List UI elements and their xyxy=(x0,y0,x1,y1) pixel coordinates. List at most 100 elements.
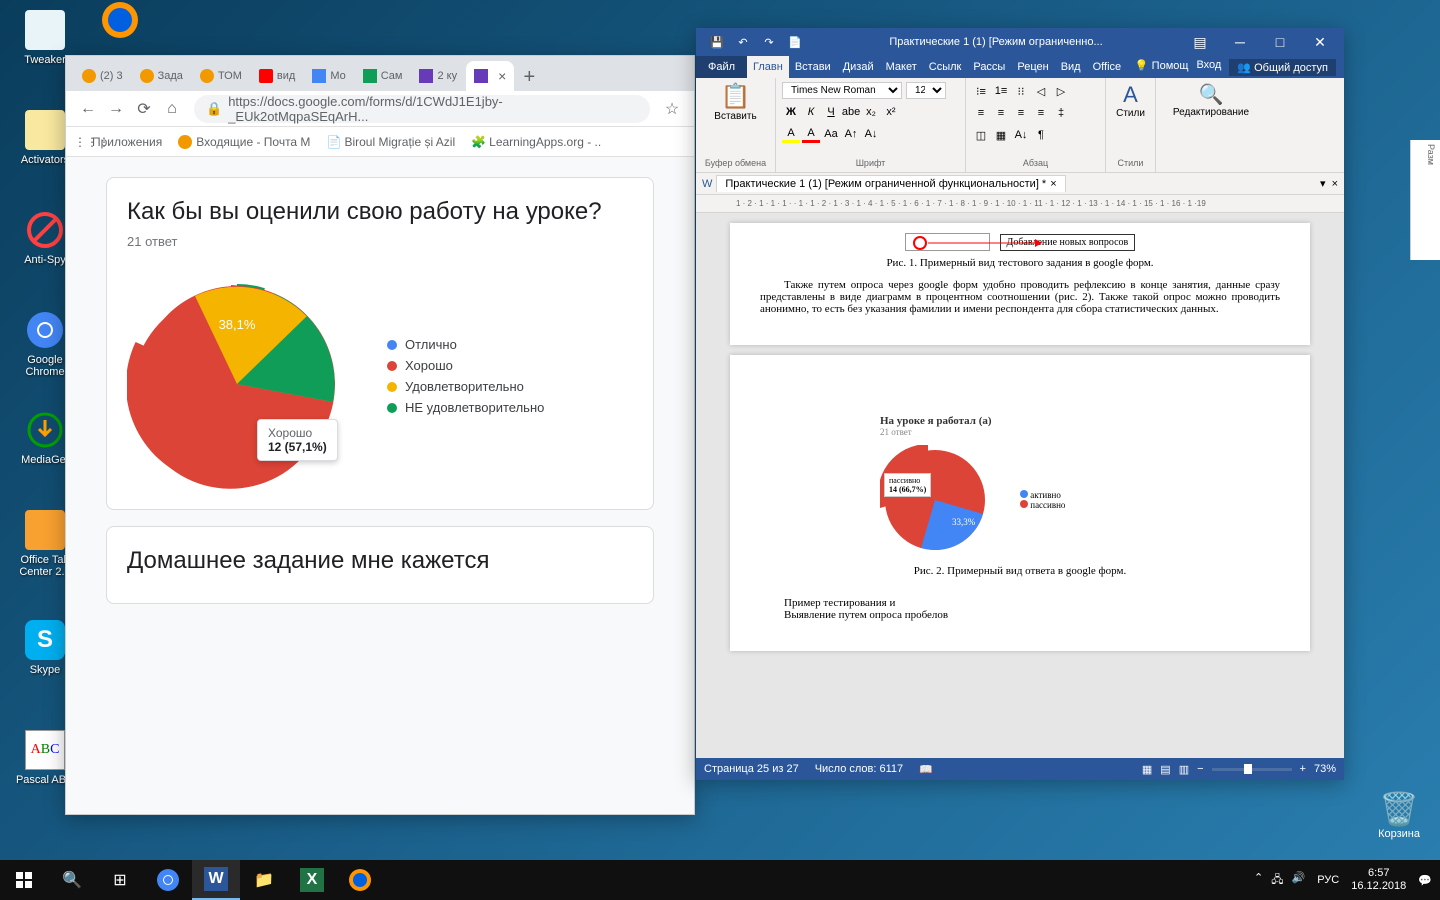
close-button[interactable]: ✕ xyxy=(1300,28,1340,56)
indent-right-button[interactable]: ▷ xyxy=(1052,82,1070,100)
home-button[interactable]: ⌂ xyxy=(158,95,186,123)
line-spacing-button[interactable]: ‡ xyxy=(1052,104,1070,122)
subscript-button[interactable]: x₂ xyxy=(862,103,880,121)
view-read-icon[interactable]: ▤ xyxy=(1160,763,1170,776)
chrome-tab[interactable]: вид xyxy=(251,61,303,91)
apps-button[interactable]: ⋮⋮⋮Приложения xyxy=(74,135,162,149)
tab-close-icon[interactable]: × xyxy=(1332,178,1338,190)
borders-button[interactable]: ▦ xyxy=(992,126,1010,144)
share-button[interactable]: 👥 Общий доступ xyxy=(1229,59,1336,76)
zoom-out-button[interactable]: − xyxy=(1197,763,1203,775)
underline-button[interactable]: Ч xyxy=(822,103,840,121)
sort-button[interactable]: A↓ xyxy=(1012,126,1030,144)
chrome-tab[interactable]: (2) 3 xyxy=(74,61,131,91)
forward-button[interactable]: → xyxy=(102,95,130,123)
new-tab-button[interactable]: + xyxy=(515,63,543,91)
indent-left-button[interactable]: ◁ xyxy=(1032,82,1050,100)
find-icon[interactable]: 🔍 xyxy=(1162,82,1260,107)
view-print-icon[interactable]: ▦ xyxy=(1142,763,1152,776)
tab-review[interactable]: Рецен xyxy=(1011,56,1054,78)
tab-design[interactable]: Дизай xyxy=(837,56,880,78)
login-button[interactable]: Вход xyxy=(1196,59,1221,76)
chrome-tab[interactable]: Зада xyxy=(132,61,191,91)
document-area[interactable]: 1 · 2 · 1 · 1 · 1 · · 1 · 1 · 2 · 1 · 3 … xyxy=(696,195,1344,758)
star-button[interactable]: ☆ xyxy=(658,95,686,123)
taskbar-firefox[interactable] xyxy=(336,860,384,900)
justify-button[interactable]: ≡ xyxy=(1032,104,1050,122)
strike-button[interactable]: abe xyxy=(842,103,860,121)
taskbar-excel[interactable]: X xyxy=(288,860,336,900)
bookmark-item[interactable]: 🧩LearningApps.org - .. xyxy=(471,135,601,149)
tab-insert[interactable]: Встави xyxy=(789,56,837,78)
search-button[interactable]: 🔍 xyxy=(48,860,96,900)
recycle-bin[interactable]: 🗑️ Корзина xyxy=(1378,790,1420,840)
desktop-icon-firefox[interactable] xyxy=(85,0,155,44)
align-left-button[interactable]: ≡ xyxy=(972,104,990,122)
taskbar-chrome[interactable] xyxy=(144,860,192,900)
grow-font-button[interactable]: A↑ xyxy=(842,125,860,143)
address-bar[interactable]: 🔒 https://docs.google.com/forms/d/1CWdJ1… xyxy=(194,95,650,123)
tab-home[interactable]: Главн xyxy=(747,56,789,78)
bookmark-item[interactable]: 📄Biroul Migrație și Azil xyxy=(326,135,455,149)
notifications-icon[interactable]: 💬 xyxy=(1418,874,1432,887)
tab-dropdown-icon[interactable]: ▾ xyxy=(1320,177,1326,190)
show-marks-button[interactable]: ¶ xyxy=(1032,126,1050,144)
tab-office[interactable]: Office xyxy=(1087,56,1128,78)
tab-mailings[interactable]: Рассы xyxy=(967,56,1011,78)
zoom-in-button[interactable]: + xyxy=(1300,763,1306,775)
zoom-level[interactable]: 73% xyxy=(1314,763,1336,775)
document-page[interactable]: На уроке я работал (а) 21 ответ 33,3% ак… xyxy=(730,355,1310,651)
clock[interactable]: 6:57 16.12.2018 xyxy=(1351,867,1406,893)
redo-icon[interactable]: ↷ xyxy=(760,33,778,51)
start-button[interactable] xyxy=(0,860,48,900)
tab-references[interactable]: Ссылк xyxy=(923,56,968,78)
chrome-tab[interactable]: Сам xyxy=(355,61,411,91)
edge-window-peek[interactable]: Разм xyxy=(1410,140,1440,260)
document-tab[interactable]: Практические 1 (1) [Режим ограниченной ф… xyxy=(716,175,1065,192)
chrome-tab-active[interactable]: × xyxy=(466,61,514,91)
maximize-button[interactable]: □ xyxy=(1260,28,1300,56)
tab-layout[interactable]: Макет xyxy=(880,56,923,78)
horizontal-ruler[interactable]: 1 · 2 · 1 · 1 · 1 · · 1 · 1 · 2 · 1 · 3 … xyxy=(696,195,1344,213)
align-center-button[interactable]: ≡ xyxy=(992,104,1010,122)
ribbon-options-icon[interactable]: ▤ xyxy=(1180,28,1220,56)
zoom-slider[interactable] xyxy=(1212,768,1292,771)
numbering-button[interactable]: 1≡ xyxy=(992,82,1010,100)
multilevel-button[interactable]: ⁝⁝ xyxy=(1012,82,1030,100)
align-right-button[interactable]: ≡ xyxy=(1012,104,1030,122)
chrome-tab[interactable]: ТОМ xyxy=(192,61,250,91)
document-page[interactable]: Добавление новых вопросов Рис. 1. Пример… xyxy=(730,223,1310,345)
close-tab-icon[interactable]: × xyxy=(498,68,506,84)
change-case-button[interactable]: Aa xyxy=(822,125,840,143)
save-icon[interactable]: 💾 xyxy=(708,33,726,51)
view-web-icon[interactable]: ▥ xyxy=(1179,763,1189,776)
bullets-button[interactable]: ⁝≡ xyxy=(972,82,990,100)
language-indicator[interactable]: РУС xyxy=(1317,874,1339,886)
close-doc-icon[interactable]: × xyxy=(1050,178,1056,190)
styles-icon[interactable]: A xyxy=(1112,82,1149,108)
taskview-button[interactable]: ⊞ xyxy=(96,860,144,900)
chrome-tab[interactable]: Мо xyxy=(304,61,353,91)
superscript-button[interactable]: x² xyxy=(882,103,900,121)
font-color-button[interactable]: A xyxy=(802,125,820,143)
shading-button[interactable]: ◫ xyxy=(972,126,990,144)
taskbar-word[interactable]: W xyxy=(192,860,240,900)
italic-button[interactable]: К xyxy=(802,103,820,121)
tab-view[interactable]: Вид xyxy=(1055,56,1087,78)
highlight-button[interactable]: A xyxy=(782,125,800,143)
font-size-select[interactable]: 12 xyxy=(906,82,946,99)
taskbar-explorer[interactable]: 📁 xyxy=(240,860,288,900)
page-indicator[interactable]: Страница 25 из 27 xyxy=(704,763,799,775)
shrink-font-button[interactable]: A↓ xyxy=(862,125,880,143)
tray-chevron-icon[interactable]: ⌃ xyxy=(1254,871,1263,890)
back-button[interactable]: ← xyxy=(74,95,102,123)
new-doc-icon[interactable]: 📄 xyxy=(786,33,804,51)
tab-file[interactable]: Файл xyxy=(696,56,747,78)
tray-network-icon[interactable]: 🖧 xyxy=(1271,871,1283,890)
reload-button[interactable]: ⟳ xyxy=(130,95,158,123)
bold-button[interactable]: Ж xyxy=(782,103,800,121)
font-family-select[interactable]: Times New Roman xyxy=(782,82,902,99)
word-count[interactable]: Число слов: 6117 xyxy=(815,763,903,775)
minimize-button[interactable]: ─ xyxy=(1220,28,1260,56)
tray-volume-icon[interactable]: 🔊 xyxy=(1292,871,1306,890)
